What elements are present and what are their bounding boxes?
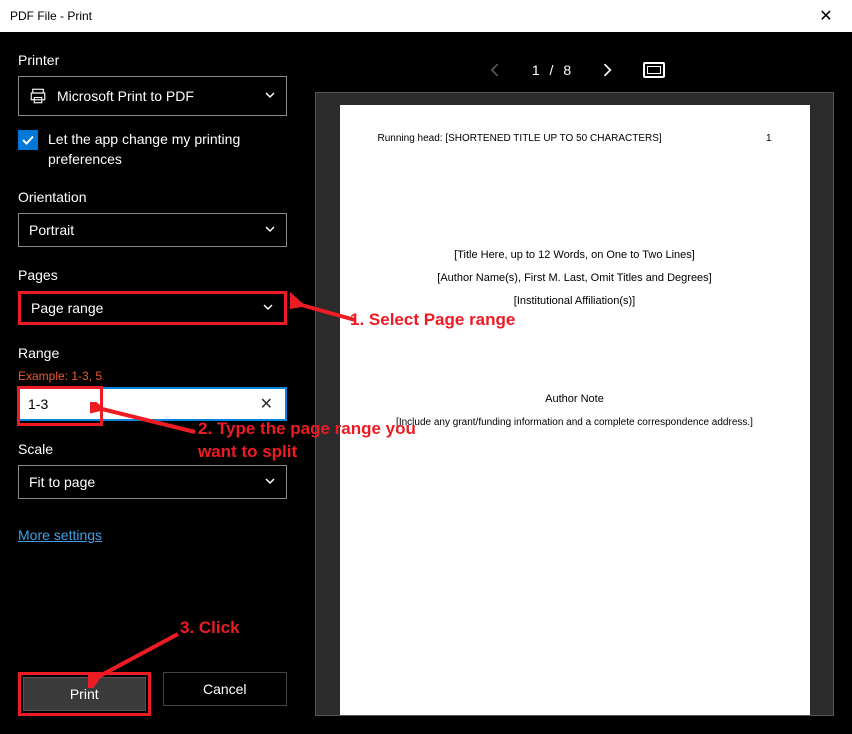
- page-sep: /: [550, 62, 554, 78]
- left-panel: Printer Microsoft Print to PDF Let the a…: [0, 32, 305, 734]
- preview-area: Running head: [SHORTENED TITLE UP TO 50 …: [315, 92, 834, 716]
- window-body: Printer Microsoft Print to PDF Let the a…: [0, 32, 852, 734]
- pages-selected: Page range: [31, 300, 103, 316]
- author-note-sub: [Include any grant/funding information a…: [378, 417, 772, 428]
- total-pages: 8: [563, 62, 571, 78]
- printer-icon: [29, 87, 47, 105]
- right-panel: 1 / 8 Running head: [SHORTENED TITLE UP …: [305, 32, 852, 734]
- orientation-label: Orientation: [18, 189, 287, 205]
- next-page-button[interactable]: [595, 58, 619, 82]
- current-page: 1: [532, 62, 540, 78]
- preview-nav: 1 / 8: [315, 48, 834, 92]
- running-head: Running head: [SHORTENED TITLE UP TO 50 …: [378, 133, 662, 144]
- scale-section: Scale Fit to page: [18, 441, 287, 499]
- preview-authors: [Author Name(s), First M. Last, Omit Tit…: [378, 267, 772, 290]
- clear-icon[interactable]: ✕: [256, 394, 277, 414]
- orientation-section: Orientation Portrait: [18, 189, 287, 247]
- titlebar: PDF File - Print ✕: [0, 0, 852, 32]
- printer-dropdown[interactable]: Microsoft Print to PDF: [18, 76, 287, 116]
- checkbox-label: Let the app change my printing preferenc…: [48, 130, 287, 169]
- range-input[interactable]: [28, 396, 256, 412]
- pages-label: Pages: [18, 267, 287, 283]
- printer-selected: Microsoft Print to PDF: [57, 88, 194, 104]
- printer-section: Printer Microsoft Print to PDF Let the a…: [18, 52, 287, 169]
- author-note: Author Note: [378, 393, 772, 405]
- preview-title: [Title Here, up to 12 Words, on One to T…: [378, 244, 772, 267]
- cancel-button[interactable]: Cancel: [163, 672, 288, 706]
- print-button[interactable]: Print: [23, 677, 146, 711]
- range-example: Example: 1-3, 5: [18, 369, 287, 383]
- chevron-down-icon: [262, 300, 274, 316]
- pages-dropdown[interactable]: Page range: [18, 291, 287, 325]
- scale-dropdown[interactable]: Fit to page: [18, 465, 287, 499]
- chevron-down-icon: [264, 474, 276, 490]
- pages-section: Pages Page range: [18, 267, 287, 325]
- checkbox-checked-icon: [18, 130, 38, 150]
- fullscreen-icon[interactable]: [643, 62, 665, 78]
- scale-selected: Fit to page: [29, 474, 95, 490]
- range-section: Range Example: 1-3, 5 ✕: [18, 345, 287, 421]
- page-indicator: 1 / 8: [532, 62, 571, 78]
- preview-page: Running head: [SHORTENED TITLE UP TO 50 …: [340, 105, 810, 715]
- window-title: PDF File - Print: [6, 9, 806, 23]
- chevron-down-icon: [264, 222, 276, 238]
- range-input-wrap: ✕: [18, 387, 287, 421]
- orientation-dropdown[interactable]: Portrait: [18, 213, 287, 247]
- range-label: Range: [18, 345, 287, 361]
- page-number: 1: [766, 133, 772, 144]
- more-settings-link[interactable]: More settings: [18, 527, 287, 543]
- printing-prefs-checkbox-row[interactable]: Let the app change my printing preferenc…: [18, 130, 287, 169]
- annotation-box: Print: [18, 672, 151, 716]
- prev-page-button[interactable]: [484, 58, 508, 82]
- scale-label: Scale: [18, 441, 287, 457]
- chevron-down-icon: [264, 88, 276, 104]
- orientation-selected: Portrait: [29, 222, 74, 238]
- printer-label: Printer: [18, 52, 287, 68]
- button-row: Print Cancel: [18, 672, 287, 716]
- preview-title-block: [Title Here, up to 12 Words, on One to T…: [378, 244, 772, 313]
- running-head-row: Running head: [SHORTENED TITLE UP TO 50 …: [378, 133, 772, 144]
- preview-affiliation: [Institutional Affiliation(s)]: [378, 290, 772, 313]
- close-icon[interactable]: ✕: [806, 6, 846, 26]
